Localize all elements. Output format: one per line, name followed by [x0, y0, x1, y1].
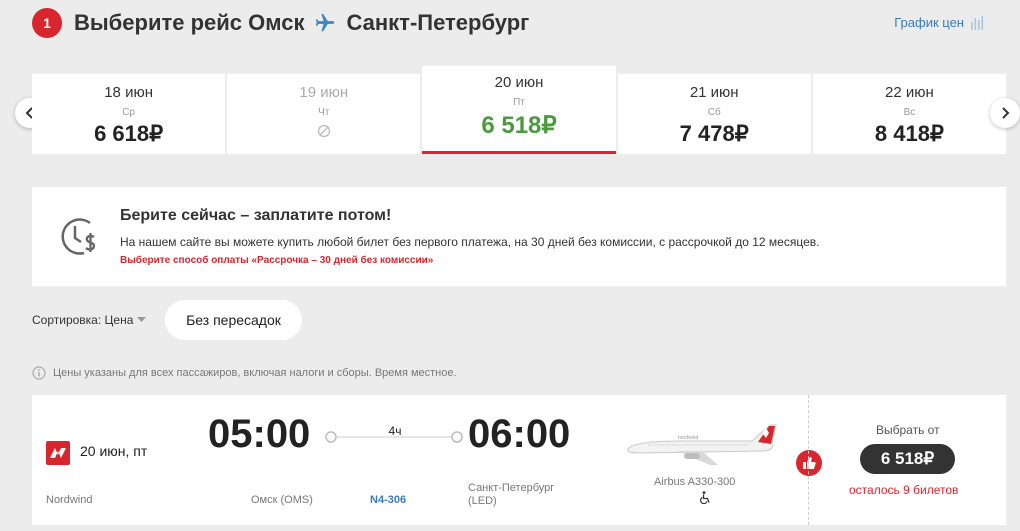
nordwind-logo-icon: [46, 441, 70, 470]
arrival-city: Санкт-Петербург: [468, 482, 555, 494]
arrival-time: 06:00: [468, 412, 571, 456]
recommended-badge: [796, 450, 822, 476]
date-strip: 18 июн Ср 6 618₽ 19 июн Чт 20 июн Пт 6 5…: [32, 66, 1007, 154]
departure-time: 05:00: [208, 412, 311, 456]
price-chart-label: График цен: [894, 15, 964, 30]
price-note: Цены указаны для всех пассажиров, включа…: [32, 366, 457, 380]
page-title: Выберите рейс Омск Санкт-Петербург: [74, 10, 529, 36]
price-divider: [808, 395, 809, 525]
next-dates-button[interactable]: [990, 98, 1020, 128]
promo-title: Берите сейчас – заплатите потом!: [120, 207, 392, 224]
date-price: 8 418₽: [874, 121, 944, 146]
chevron-right-icon: [1002, 107, 1010, 119]
date-option: 19 июн Чт: [227, 74, 421, 154]
weekday-label: Ср: [122, 107, 135, 118]
flight-card[interactable]: 20 июн, пт Nordwind 05:00 Омск (OMS) 4ч …: [32, 395, 1006, 525]
weekday-label: Сб: [707, 107, 721, 118]
page-header: 1 Выберите рейс Омск Санкт-Петербург Гра…: [0, 0, 1020, 46]
promo-payment-link[interactable]: Выберите способ оплаты «Рассрочка – 30 д…: [120, 255, 433, 266]
info-icon: [32, 366, 46, 380]
date-price: 6 518₽: [481, 112, 557, 139]
price-chart-link[interactable]: График цен: [894, 15, 986, 30]
direct-flights-filter[interactable]: Без пересадок: [165, 300, 302, 340]
arrival-code: (LED): [468, 495, 497, 507]
seats-left: осталось 9 билетов: [849, 483, 959, 497]
weekday-label: Вс: [903, 107, 916, 118]
aircraft-image: nordwind: [622, 419, 778, 472]
installment-promo-banner: Берите сейчас – заплатите потом! На наше…: [32, 187, 1006, 286]
date-option-selected[interactable]: 20 июн Пт 6 518₽: [422, 66, 616, 154]
date-option[interactable]: 18 июн Ср 6 618₽: [32, 74, 226, 154]
title-origin: Выберите рейс Омск: [74, 10, 305, 35]
date-price: 6 618₽: [94, 121, 164, 146]
arrival-airport: Санкт-Петербург (LED): [468, 482, 554, 508]
date-option[interactable]: 22 июн Вс 8 418₽: [812, 74, 1007, 154]
choose-from-label: Выбрать от: [876, 423, 940, 437]
bar-chart-icon: [971, 15, 984, 30]
select-flight-button[interactable]: 6 518₽: [860, 444, 955, 474]
caret-down-icon: [137, 317, 147, 322]
price-note-text: Цены указаны для всех пассажиров, включа…: [53, 367, 457, 379]
date-label: 19 июн: [299, 84, 349, 101]
date-price: 7 478₽: [679, 121, 749, 146]
thumbs-up-icon: [803, 457, 816, 469]
unavailable-icon: [317, 124, 331, 143]
departure-airport: Омск (OMS): [251, 494, 313, 506]
flight-date: 20 июн, пт: [80, 443, 148, 459]
step-badge: 1: [32, 8, 62, 38]
svg-text:nordwind: nordwind: [678, 435, 699, 441]
weekday-label: Пт: [513, 97, 525, 108]
clock-dollar-icon: [54, 213, 102, 266]
airline-name: Nordwind: [46, 494, 93, 506]
promo-description: На нашем сайте вы можете купить любой би…: [120, 235, 820, 249]
flight-duration: 4ч: [388, 424, 402, 438]
flight-number[interactable]: N4-306: [370, 494, 406, 506]
wheelchair-icon: [699, 491, 711, 509]
aircraft-type: Airbus A330-300: [654, 476, 736, 488]
weekday-label: Чт: [318, 107, 330, 118]
sort-dropdown[interactable]: Сортировка: Цена: [32, 313, 147, 327]
date-label: 18 июн: [104, 84, 153, 101]
date-label: 20 июн: [494, 74, 544, 91]
airplane-icon: [314, 12, 336, 34]
title-destination: Санкт-Петербург: [346, 10, 530, 35]
sort-label: Сортировка: Цена: [32, 313, 134, 327]
date-label: 22 июн: [885, 84, 934, 101]
date-option[interactable]: 21 июн Сб 7 478₽: [617, 74, 811, 154]
date-label: 21 июн: [689, 84, 739, 101]
